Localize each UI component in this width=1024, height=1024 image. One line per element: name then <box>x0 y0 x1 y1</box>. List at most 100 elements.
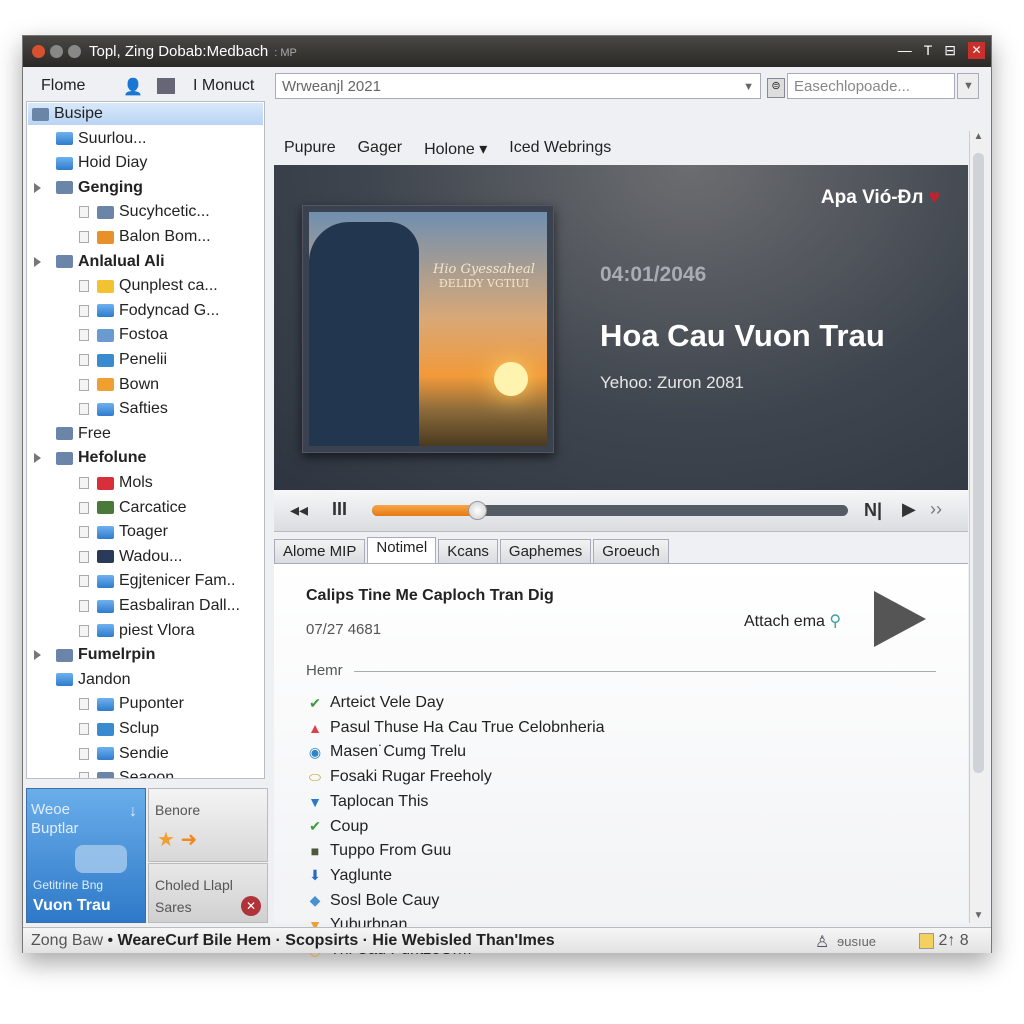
expand-arrow-icon[interactable] <box>34 650 41 661</box>
now-playing-tile[interactable]: Weoe Buptlar ↓ Getitrine Bng Vuon Trau <box>26 788 146 923</box>
arrow-right-icon: ➜ <box>180 829 198 851</box>
map-icon <box>75 845 127 873</box>
sidebar-item-label: Sucyhcetic... <box>119 203 210 221</box>
home-button[interactable]: Flome <box>41 77 85 95</box>
product-button[interactable]: I Monuct <box>193 77 254 95</box>
sidebar-item[interactable]: Busipe <box>28 103 263 125</box>
sidebar-item[interactable]: Penelii <box>79 349 167 371</box>
folder-icon <box>56 156 73 170</box>
list-item[interactable]: ⬇ Yaglunte <box>306 867 392 885</box>
shares-tile[interactable]: Choled Llapl Sares ✕ <box>148 863 268 923</box>
heart-icon[interactable]: ♥ <box>929 187 940 208</box>
sidebar-item[interactable]: Qunplest ca... <box>79 275 218 297</box>
sidebar-item[interactable]: Safties <box>79 398 168 420</box>
sidebar-item[interactable]: Hoid Diay <box>56 152 147 174</box>
chevron-down-icon[interactable]: ▼ <box>743 81 754 93</box>
minimize-dot[interactable] <box>50 45 63 58</box>
tile-line1: Weoe <box>31 801 70 818</box>
menu-item[interactable]: Pupure <box>284 139 336 157</box>
sidebar-item[interactable]: Fostoa <box>79 324 168 346</box>
minimize-button[interactable]: — <box>898 42 912 59</box>
favorites-tile[interactable]: Benore ★ ➜ <box>148 788 268 862</box>
list-item[interactable]: ✔ Coup <box>306 818 368 836</box>
list-item[interactable]: ◆ Sosl Bole Cauy <box>306 892 440 910</box>
sidebar-item[interactable]: Mols <box>79 472 153 494</box>
sidebar-item[interactable]: Toager <box>79 521 168 543</box>
rewind-icon[interactable]: ◂◂ <box>290 500 308 521</box>
address-input[interactable]: Wrweanjl 2021 ▼ <box>275 73 761 99</box>
scroll-down-icon[interactable]: ▼ <box>970 910 987 921</box>
expand-arrow-icon[interactable] <box>34 182 41 193</box>
sidebar-item[interactable]: Sendie <box>79 743 169 765</box>
user-status-icon[interactable]: ♙ <box>815 932 829 952</box>
menu-item[interactable]: Iced Webrings <box>509 139 611 157</box>
expand-arrow-icon[interactable] <box>34 453 41 464</box>
shuffle-icon[interactable]: ✕ <box>241 896 261 916</box>
list-item[interactable]: ◉ Masen˙Cumg Trelu <box>306 743 466 761</box>
sidebar-item[interactable]: Puponter <box>79 693 184 715</box>
play-button[interactable] <box>874 591 926 647</box>
calendar-icon[interactable] <box>157 78 175 94</box>
fast-forward-icon[interactable]: ›› <box>930 499 942 520</box>
sidebar-item[interactable]: Anlalual Ali <box>34 251 165 273</box>
search-input[interactable]: Easechlopoade... <box>787 73 955 99</box>
list-item[interactable]: ▲ Pasul Thuse Ha Cau True Celobnheria <box>306 719 604 737</box>
expand-arrow-icon[interactable] <box>34 256 41 267</box>
play-icon[interactable]: ▶ <box>902 499 916 520</box>
sidebar-item[interactable]: Sucyhcetic... <box>79 201 210 223</box>
tab-notimel[interactable]: Notimel <box>367 537 437 564</box>
progress-slider[interactable] <box>372 501 848 520</box>
sidebar-item[interactable]: Genging <box>34 177 143 199</box>
document-icon <box>79 304 89 317</box>
attach-link[interactable]: Attach ema ⚲ <box>744 611 841 631</box>
tab-groeuch[interactable]: Groeuch <box>593 539 669 564</box>
zoom-dot[interactable] <box>68 45 81 58</box>
user-icon[interactable]: 👤 <box>123 77 143 97</box>
sidebar-item[interactable]: Egjtenicer Fam.. <box>79 570 235 592</box>
close-dot[interactable] <box>32 45 45 58</box>
sidebar-item[interactable]: Easbaliran Dall... <box>79 595 240 617</box>
scroll-up-icon[interactable]: ▲ <box>970 131 987 142</box>
list-item[interactable]: ⬭ Fosaki Rugar Freeholy <box>306 768 492 786</box>
vertical-scrollbar[interactable]: ▲ ▼ <box>969 131 987 923</box>
tab-kcans[interactable]: Kcans <box>438 539 498 564</box>
maximize-button[interactable]: ⊟ <box>944 42 956 59</box>
pause-icon[interactable]: III <box>332 499 347 520</box>
search-dropdown[interactable]: ▼ <box>957 73 979 99</box>
menu-item[interactable]: Gager <box>358 139 402 157</box>
search-icon[interactable]: ⊜ <box>767 78 785 98</box>
close-button[interactable]: ✕ <box>968 42 985 59</box>
tab-gaphemes[interactable]: Gaphemes <box>499 539 592 564</box>
scrollbar-thumb[interactable] <box>973 153 984 773</box>
sidebar-item[interactable]: Carcatice <box>79 497 187 519</box>
next-track-icon[interactable]: N| <box>864 500 882 521</box>
folder-icon <box>97 599 114 613</box>
release-date: 04:01/2046 <box>600 263 707 286</box>
library-icon <box>32 107 49 121</box>
document-icon <box>79 354 89 366</box>
sidebar-item[interactable]: Sclup <box>79 718 159 740</box>
sidebar-item[interactable]: Fumelrpin <box>34 644 155 666</box>
list-item[interactable]: ✔ Arteict Vele Day <box>306 694 444 712</box>
album-art[interactable]: Hio Gyessaheal ÐELIDY VGTIUI <box>302 205 554 453</box>
sidebar-item[interactable]: Fodyncad G... <box>79 300 220 322</box>
list-item[interactable]: ▼ Taplocan This <box>306 793 428 811</box>
sidebar-item[interactable]: piest Vlora <box>79 620 195 642</box>
restore-button[interactable]: T <box>924 42 933 59</box>
sidebar-item-label: Free <box>78 424 111 442</box>
sidebar-item[interactable]: Jandon <box>56 669 131 691</box>
sidebar-item[interactable]: Hefolune <box>34 447 146 469</box>
sidebar-item[interactable]: Seaoon <box>79 767 174 778</box>
sidebar-item[interactable]: Bown <box>79 374 159 396</box>
sidebar-item[interactable]: Wadou... <box>79 546 182 568</box>
tab-alome[interactable]: Alome MIP <box>274 539 366 564</box>
sidebar-item-label: Anlalual Ali <box>78 252 165 270</box>
progress-knob[interactable] <box>467 501 487 520</box>
sidebar-item[interactable]: Suurlou... <box>56 128 146 150</box>
disc-icon: ⬭ <box>309 768 321 785</box>
sidebar-item[interactable]: Free <box>56 423 111 445</box>
status-bar: Zong Baw • WeareCurf Bile Hem · Scopsirt… <box>23 927 991 953</box>
menu-item[interactable]: Holone ▾ <box>424 139 487 158</box>
list-item[interactable]: ■ Tuppo From Guu <box>306 842 451 860</box>
sidebar-item[interactable]: Balon Bom... <box>79 226 211 248</box>
